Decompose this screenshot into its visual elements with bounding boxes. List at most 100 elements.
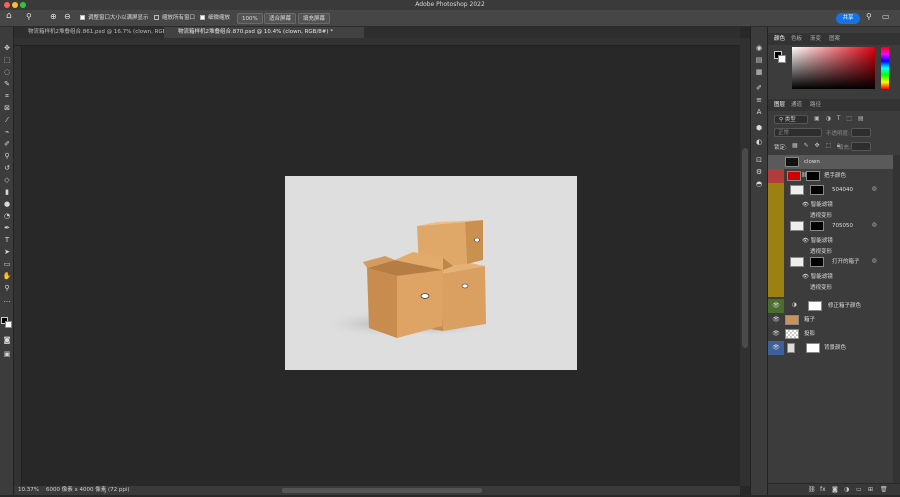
scroll-thumb[interactable] [742,148,748,348]
pen-tool-icon[interactable]: ✒ [2,223,12,233]
add-mask-icon[interactable]: ◙ [832,484,838,496]
document-size[interactable]: 6000 像素 x 4000 像素 (72 ppi) [46,486,130,495]
character-panel-icon[interactable]: A [754,107,764,117]
layer-settings-icon[interactable]: ⚙ [754,167,764,177]
zoom-level[interactable]: 10.37% [18,486,39,495]
smart-object-icon: ◎ [872,186,877,192]
layer-row-shadow[interactable]: 👁︎ 投影 [768,327,893,341]
layer-row-background-color[interactable]: 👁︎ 背景颜色 [768,341,893,355]
visibility-eye-icon[interactable]: 👁︎ [771,315,781,325]
layer-row-504040[interactable]: 504040 ◎ [768,183,893,197]
layers-scrollbar[interactable] [893,155,900,485]
frame-tool-icon[interactable]: ⊠ [2,103,12,113]
home-icon[interactable]: ⌂ [6,11,12,22]
move-tool-icon[interactable]: ✥ [2,43,12,53]
filter-icons[interactable]: ▣ ◑ T ⬚ ▤ [814,115,866,122]
fill-screen-button[interactable]: 填充屏幕 [298,13,331,24]
swatches-icon[interactable]: ◓ [754,179,764,189]
gradient-tool-icon[interactable]: ▮ [2,187,12,197]
layer-row-handle-color[interactable]: ⛓ 把手颜色 [768,169,893,183]
fill-input[interactable] [851,142,871,151]
layer-row-705050[interactable]: 705050 ◎ [768,219,893,233]
zoom-tool-icon[interactable]: ⚲ [26,11,32,22]
zoom-100-button[interactable]: 100% [237,13,263,24]
tab-doc-870[interactable]: 物流箱样机2堆叠组合.870.psd @ 10.4% (clown, RGB/8… [164,27,364,38]
layer-comps-icon[interactable]: ⊡ [754,155,764,165]
vertical-scrollbar[interactable] [740,38,750,486]
horizontal-scroll-thumb[interactable] [282,488,482,493]
blur-tool-icon[interactable]: ● [2,199,12,209]
tab-swatches[interactable]: 色板 [788,33,805,45]
color-picker-field[interactable] [792,47,875,89]
resize-windows-checkbox[interactable]: 调整窗口大小以满屏显示 [80,13,149,24]
tab-color[interactable]: 颜色 [771,33,788,45]
brush-settings-icon[interactable]: ✐ [754,83,764,93]
search-icon[interactable]: ⚲ [866,11,872,22]
layer-row-fix-box-color[interactable]: 👁︎ ◑ 修正箱子颜色 [768,299,893,313]
healing-brush-icon[interactable]: ⌁ [2,127,12,137]
zoom-tool-icon[interactable]: ⚲ [2,283,12,293]
new-group-icon[interactable]: ▭ [856,484,862,496]
tab-doc-861[interactable]: 物流箱样机2堆叠组合.861.psd @ 16.7% (clown, RGB/8… [14,27,179,38]
path-select-tool-icon[interactable]: ➤ [2,247,12,257]
scrubby-zoom-checkbox[interactable]: 细微缩放 [200,13,230,24]
more-tools-icon[interactable]: … [2,295,12,305]
visibility-eye-icon[interactable]: 👁︎ [771,343,781,353]
clone-stamp-icon[interactable]: ⚲ [2,151,12,161]
rectangle-tool-icon[interactable]: ▭ [2,259,12,269]
zoom-all-checkbox[interactable]: 缩放所有窗口 [154,13,195,24]
link-layers-icon[interactable]: ⛓ [808,484,816,496]
layer-thumbnail [787,343,795,353]
3d-panel-icon[interactable]: ⬢ [754,123,764,133]
brush-tool-icon[interactable]: ✐ [2,139,12,149]
tab-patterns[interactable]: 图案 [826,33,843,45]
lasso-tool-icon[interactable]: ◌ [2,67,12,77]
blend-mode-select[interactable]: 正常 [774,128,822,137]
eraser-tool-icon[interactable]: ◇ [2,175,12,185]
quick-mask-icon[interactable]: ◙ [2,335,12,345]
tab-paths[interactable]: 路径 [807,99,824,111]
tab-channels[interactable]: 通道 [788,99,805,111]
close-window-button[interactable] [4,2,10,8]
learn-panel-icon[interactable]: ◐ [754,137,764,147]
eyedropper-tool-icon[interactable]: ⁄ [2,115,12,125]
delete-layer-icon[interactable]: 🗑︎ [880,484,888,496]
visibility-eye-icon[interactable]: 👁︎ [771,329,781,339]
lock-icons[interactable]: ▦ ✎ ✥ ⬚ 🔒︎ [792,142,842,150]
adjustments-icon[interactable]: ≡ [754,95,764,105]
layer-row-clown[interactable]: clown [768,155,893,169]
tab-gradients[interactable]: 渐变 [807,33,824,45]
layer-filter-select[interactable]: ⚲ 类型 [774,115,808,124]
quick-select-tool-icon[interactable]: ✎ [2,79,12,89]
zoom-window-button[interactable] [20,2,26,8]
visibility-eye-icon[interactable]: 👁︎ [771,301,781,311]
fit-screen-button[interactable]: 适合屏幕 [264,13,297,24]
tab-layers[interactable]: 图层 [771,99,788,111]
history-panel-icon[interactable]: ◉ [754,43,764,53]
workspace-icon[interactable]: ▭ [882,11,890,22]
hue-slider[interactable] [881,47,889,89]
background-color-swatch[interactable] [5,321,12,328]
properties-panel-icon[interactable]: ▤ [754,55,764,65]
new-layer-icon[interactable]: ⊞ [868,484,873,496]
opacity-input[interactable] [851,128,871,137]
status-arrow-icon[interactable]: › [104,488,106,497]
document-canvas[interactable] [285,176,577,370]
screen-mode-icon[interactable]: ▣ [2,349,12,359]
layer-row-box[interactable]: 👁︎ 箱子 [768,313,893,327]
background-color-chip[interactable] [778,55,786,63]
dodge-tool-icon[interactable]: ◔ [2,211,12,221]
layer-row-open-box[interactable]: 打开的箱子 ◎ [768,255,893,269]
hand-tool-icon[interactable]: ✋ [2,271,12,281]
share-button[interactable]: 共享 [836,13,860,24]
zoom-out-icon[interactable]: ⊖ [64,11,71,22]
adjustment-icon[interactable]: ◑ [844,484,849,496]
minimize-window-button[interactable] [12,2,18,8]
type-tool-icon[interactable]: T [2,235,12,245]
zoom-in-icon[interactable]: ⊕ [50,11,57,22]
crop-tool-icon[interactable]: ⌗ [2,91,12,101]
layer-style-icon[interactable]: fx [820,484,826,496]
libraries-panel-icon[interactable]: ▦ [754,67,764,77]
history-brush-icon[interactable]: ↺ [2,163,12,173]
marquee-tool-icon[interactable]: ⬚ [2,55,12,65]
